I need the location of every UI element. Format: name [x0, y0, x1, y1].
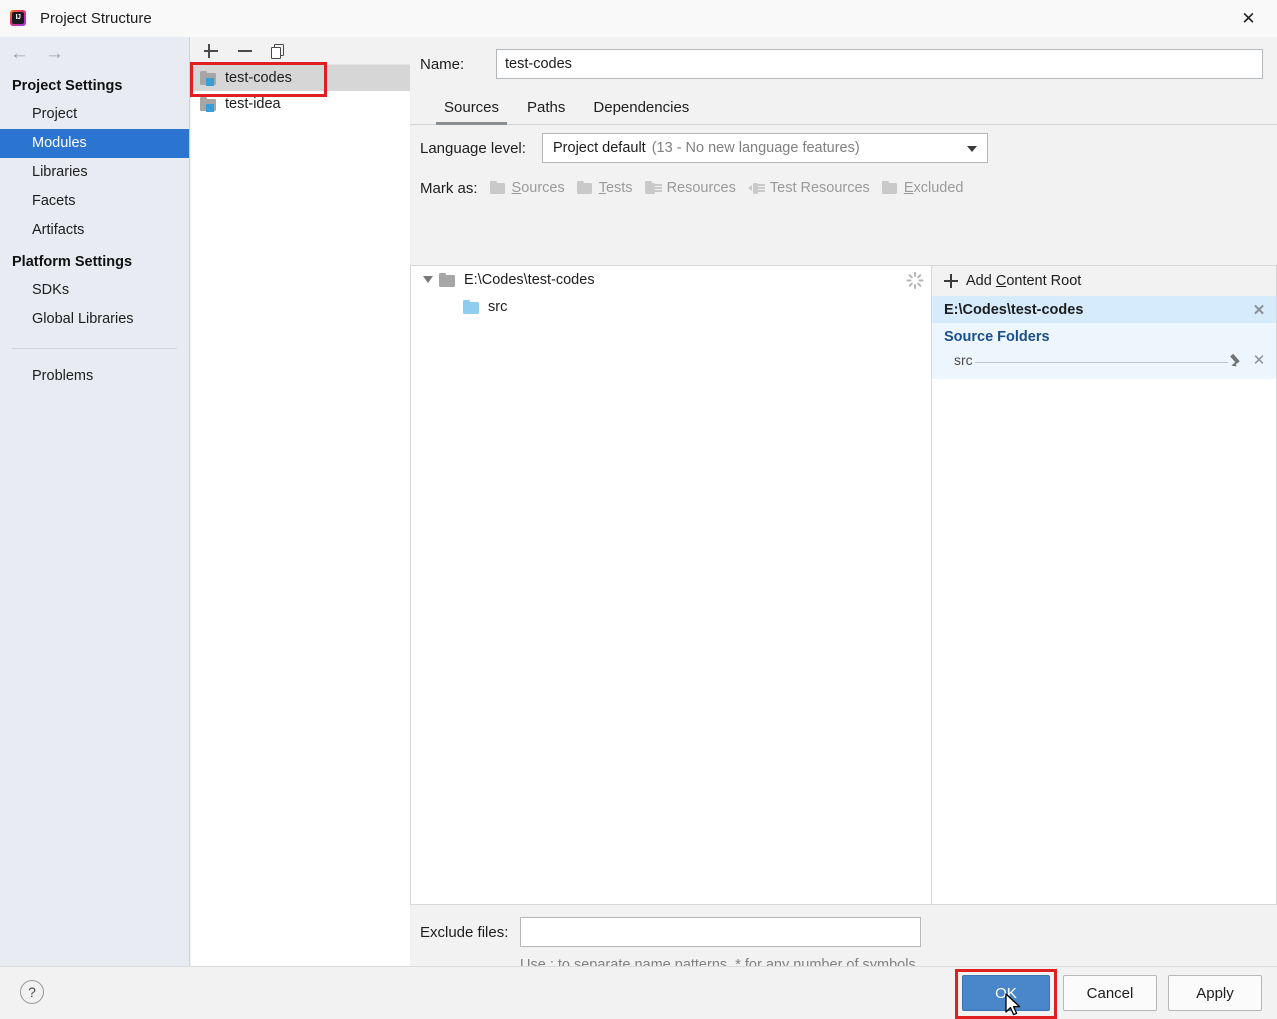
- plus-icon: [944, 274, 959, 289]
- window-title: Project Structure: [40, 10, 152, 27]
- module-folder-icon: [200, 71, 217, 86]
- navigation-arrows: ← →: [0, 37, 189, 69]
- excluded-folder-icon: [882, 181, 899, 195]
- name-row: Name:: [410, 37, 1277, 91]
- minus-icon[interactable]: [235, 41, 255, 61]
- sidebar-divider: [12, 348, 177, 349]
- module-test-idea[interactable]: test-idea: [191, 91, 410, 117]
- sidebar-item-facets[interactable]: Facets: [0, 187, 189, 216]
- sources-folder-icon: [490, 181, 507, 195]
- content-root-tree[interactable]: E:\Codes\test-codes src: [410, 265, 931, 905]
- remove-source-folder-icon[interactable]: ✕: [1250, 351, 1268, 369]
- tree-node-label: E:\Codes\test-codes: [464, 272, 595, 288]
- tree-row[interactable]: src: [411, 293, 931, 320]
- source-folder-icon: [463, 300, 481, 314]
- chevron-down-icon: [967, 146, 977, 152]
- loading-spinner-icon: [906, 272, 923, 289]
- mark-as-sources-button[interactable]: Sources: [490, 180, 565, 196]
- help-icon[interactable]: ?: [20, 980, 44, 1004]
- settings-sidebar: ← → Project Settings Project Modules Lib…: [0, 37, 190, 966]
- tab-sources[interactable]: Sources: [430, 99, 513, 124]
- sidebar-item-problems[interactable]: Problems: [0, 362, 189, 391]
- sources-split-pane: E:\Codes\test-codes src Add Content Root…: [410, 265, 1277, 905]
- sidebar-item-modules[interactable]: Modules: [0, 129, 189, 158]
- settings-tabs: Sources Paths Dependencies: [410, 91, 1277, 125]
- mark-as-excluded-button[interactable]: Excluded: [882, 180, 964, 196]
- tab-dependencies[interactable]: Dependencies: [579, 99, 703, 124]
- arrow-right-icon[interactable]: →: [45, 44, 64, 63]
- copy-icon[interactable]: [269, 41, 289, 61]
- language-level-select[interactable]: Project default (13 - No new language fe…: [542, 133, 988, 163]
- module-settings-pane: Name: Sources Paths Dependencies Languag…: [410, 37, 1277, 966]
- mark-as-label: Mark as:: [420, 180, 478, 197]
- sidebar-item-global-libraries[interactable]: Global Libraries: [0, 305, 189, 334]
- intellij-idea-logo-icon: IJ: [9, 9, 29, 29]
- sidebar-group-project-settings: Project Settings: [0, 69, 189, 100]
- tree-node-label: src: [488, 299, 507, 315]
- remove-content-root-icon[interactable]: ✕: [1250, 301, 1268, 319]
- source-folder-row[interactable]: src ✕: [944, 351, 1268, 369]
- tab-paths[interactable]: Paths: [513, 99, 579, 124]
- exclude-files-label: Exclude files:: [420, 924, 520, 941]
- sidebar-item-libraries[interactable]: Libraries: [0, 158, 189, 187]
- module-label: test-codes: [225, 70, 292, 86]
- title-bar: IJ Project Structure ✕: [0, 0, 1277, 37]
- name-input[interactable]: [496, 49, 1263, 79]
- modules-toolbar: [191, 37, 410, 65]
- add-content-root-button[interactable]: Add Content Root: [932, 266, 1276, 296]
- language-level-label: Language level:: [420, 140, 542, 157]
- leader-line: [975, 353, 1228, 363]
- mark-as-row: Mark as: Sources Tests Resources Test Re…: [410, 171, 1277, 205]
- tests-folder-icon: [577, 181, 594, 195]
- content-root-header: E:\Codes\test-codes ✕: [932, 296, 1276, 323]
- language-level-detail: (13 - No new language features): [652, 140, 860, 156]
- language-level-row: Language level: Project default (13 - No…: [410, 125, 1277, 171]
- arrow-left-icon[interactable]: ←: [10, 44, 29, 63]
- exclude-files-input[interactable]: [520, 917, 921, 947]
- mark-as-test-resources-button[interactable]: Test Resources: [748, 180, 870, 196]
- name-label: Name:: [420, 56, 496, 73]
- cancel-button[interactable]: Cancel: [1063, 975, 1157, 1011]
- pencil-icon[interactable]: [1230, 352, 1246, 368]
- content-root-body: Source Folders src ✕: [932, 323, 1276, 379]
- folder-icon: [439, 273, 457, 287]
- source-folders-title: Source Folders: [944, 329, 1268, 345]
- mark-as-tests-button[interactable]: Tests: [577, 180, 633, 196]
- language-level-value: Project default: [553, 140, 646, 156]
- sidebar-item-artifacts[interactable]: Artifacts: [0, 216, 189, 245]
- close-icon[interactable]: ✕: [1220, 0, 1277, 37]
- source-folder-name: src: [954, 352, 973, 368]
- apply-button[interactable]: Apply: [1168, 975, 1262, 1011]
- plus-icon[interactable]: [201, 41, 221, 61]
- module-folder-icon: [200, 97, 217, 112]
- modules-list-panel: test-codes test-idea: [191, 37, 410, 966]
- mouse-cursor: [1005, 993, 1023, 1019]
- tree-row[interactable]: E:\Codes\test-codes: [411, 266, 931, 293]
- mark-as-resources-button[interactable]: Resources: [645, 180, 736, 196]
- module-test-codes[interactable]: test-codes: [191, 65, 410, 91]
- test-resources-folder-icon: [748, 181, 765, 195]
- chevron-down-icon[interactable]: [417, 276, 439, 283]
- module-label: test-idea: [225, 96, 281, 112]
- sidebar-item-sdks[interactable]: SDKs: [0, 276, 189, 305]
- content-root-path: E:\Codes\test-codes: [944, 302, 1083, 318]
- sidebar-item-project[interactable]: Project: [0, 100, 189, 129]
- sidebar-group-platform-settings: Platform Settings: [0, 245, 189, 276]
- content-roots-panel: Add Content Root E:\Codes\test-codes ✕ S…: [931, 265, 1277, 905]
- resources-folder-icon: [645, 181, 662, 195]
